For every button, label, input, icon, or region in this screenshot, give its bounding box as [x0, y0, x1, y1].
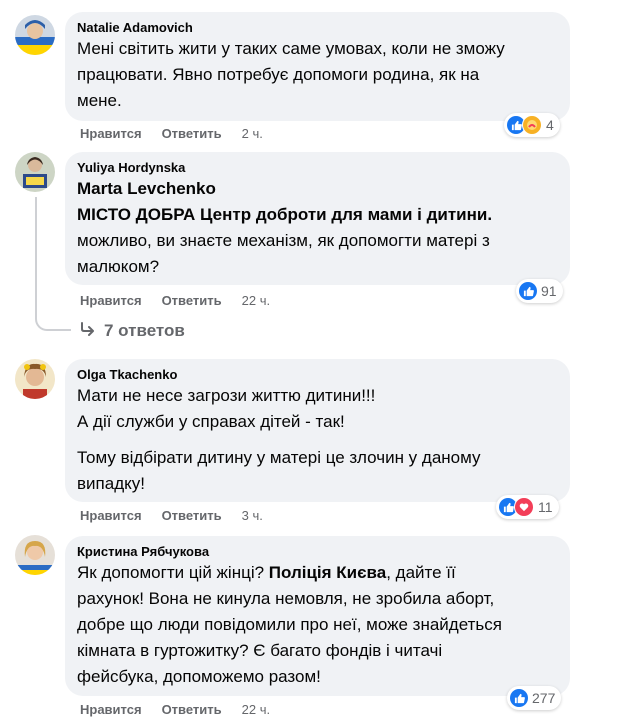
- comment-text: Як допомогти цій жінці? Поліція Києва, д…: [77, 563, 502, 686]
- like-link[interactable]: Нравится: [80, 702, 142, 717]
- reply-link[interactable]: Ответить: [162, 702, 222, 717]
- replies-count[interactable]: 7 ответов: [104, 321, 185, 341]
- reaction-summary[interactable]: 91: [516, 279, 563, 303]
- comment-bubble: Кристина Рябчукова Як допомогти цій жінц…: [65, 536, 570, 696]
- reply-arrow-icon: [80, 321, 96, 341]
- timestamp[interactable]: 3 ч.: [242, 508, 263, 523]
- comment-actions: Нравится Ответить 22 ч.: [80, 702, 270, 717]
- love-reaction-icon: [514, 497, 534, 517]
- reaction-summary[interactable]: 4: [504, 113, 560, 137]
- comment-text: Мені світить жити у таких саме умовах, к…: [77, 39, 505, 110]
- like-link[interactable]: Нравится: [80, 508, 142, 523]
- reaction-count: 11: [538, 499, 553, 515]
- comment-author[interactable]: Natalie Adamovich: [77, 19, 558, 36]
- reply-link[interactable]: Ответить: [162, 508, 222, 523]
- comment-actions: Нравится Ответить 2 ч.: [80, 126, 263, 141]
- timestamp[interactable]: 22 ч.: [242, 293, 270, 308]
- comment-actions: Нравится Ответить 3 ч.: [80, 508, 263, 523]
- mention-link[interactable]: Поліція Києва: [269, 563, 386, 582]
- like-link[interactable]: Нравится: [80, 293, 142, 308]
- reaction-summary[interactable]: 277: [507, 686, 562, 710]
- avatar[interactable]: [15, 359, 55, 399]
- comment-author[interactable]: Yuliya Hordynska: [77, 159, 558, 176]
- mention-link[interactable]: Marta Levchenko: [77, 179, 216, 198]
- comment-bubble: Natalie Adamovich Мені світить жити у та…: [65, 12, 570, 121]
- reaction-count: 91: [541, 283, 557, 299]
- care-reaction-icon: [522, 115, 542, 135]
- like-link[interactable]: Нравится: [80, 126, 142, 141]
- thread-connector: [35, 313, 71, 331]
- comment-bubble: Olga Tkachenko Мати не несе загрози житт…: [65, 359, 570, 502]
- comment-author[interactable]: Кристина Рябчукова: [77, 543, 558, 560]
- comment-text: Marta Levchenko МІСТО ДОБРА Центр доброт…: [77, 179, 493, 276]
- comment-text: Мати не несе загрози життю дитини!!! А д…: [77, 386, 481, 493]
- comment-author[interactable]: Olga Tkachenko: [77, 366, 558, 383]
- thread-line: [35, 197, 37, 315]
- like-reaction-icon: [510, 689, 528, 707]
- like-reaction-icon: [519, 282, 537, 300]
- avatar[interactable]: [15, 15, 55, 55]
- comment-bubble: Yuliya Hordynska Marta Levchenko МІСТО Д…: [65, 152, 570, 285]
- mention-link[interactable]: МІСТО ДОБРА Центр доброти для мами і дит…: [77, 205, 492, 224]
- timestamp[interactable]: 2 ч.: [242, 126, 263, 141]
- reaction-count: 277: [532, 690, 556, 706]
- reply-link[interactable]: Ответить: [162, 293, 222, 308]
- reply-link[interactable]: Ответить: [162, 126, 222, 141]
- timestamp[interactable]: 22 ч.: [242, 702, 270, 717]
- comment-actions: Нравится Ответить 22 ч.: [80, 293, 270, 308]
- reaction-count: 4: [546, 117, 554, 133]
- reaction-summary[interactable]: 11: [496, 495, 559, 519]
- avatar[interactable]: [15, 152, 55, 192]
- view-replies-button[interactable]: 7 ответов: [80, 321, 185, 341]
- avatar[interactable]: [15, 535, 55, 575]
